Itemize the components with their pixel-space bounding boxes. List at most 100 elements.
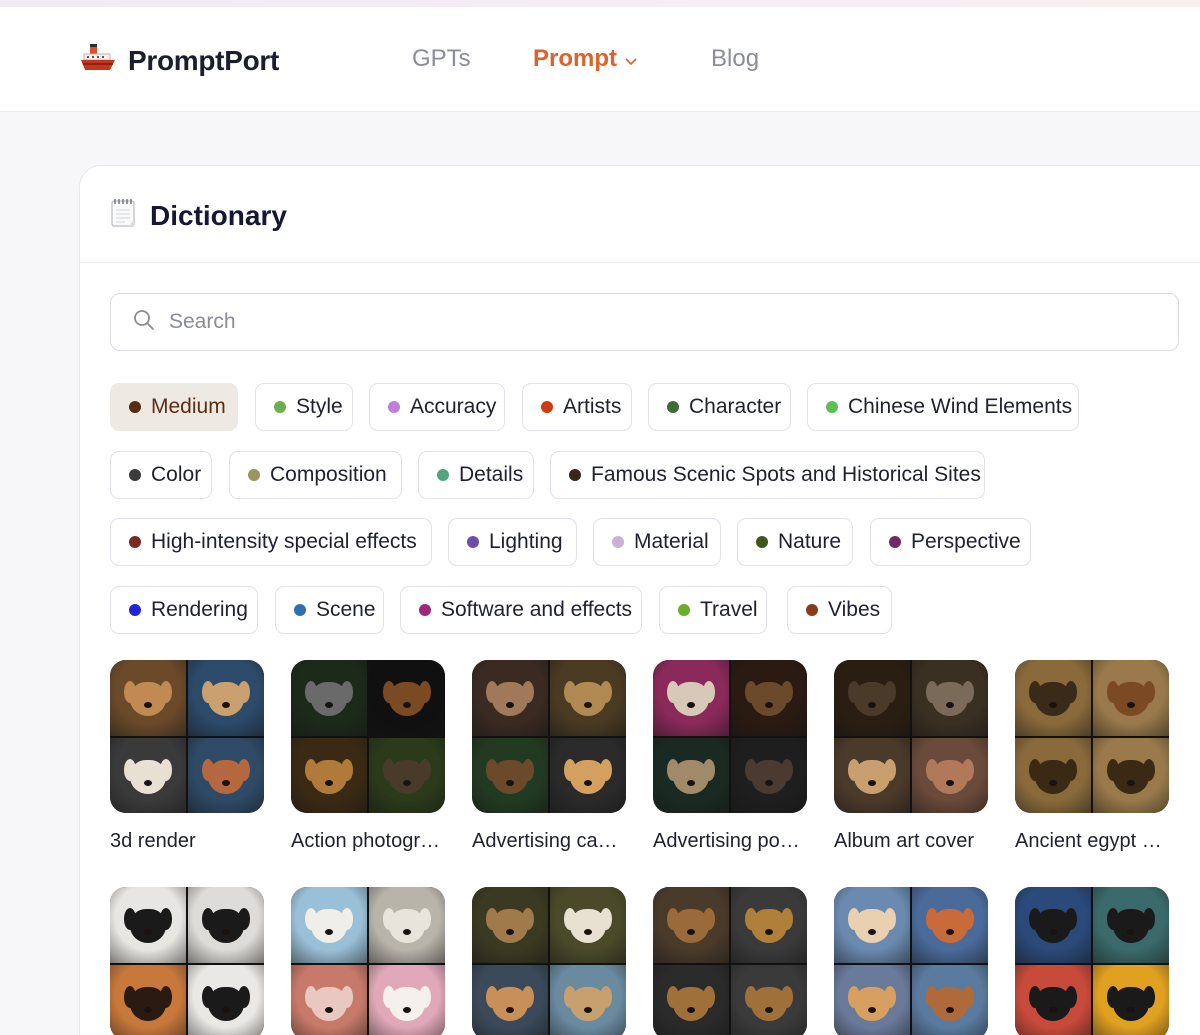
category-chip-label: Composition xyxy=(270,463,387,486)
dog-head xyxy=(311,909,347,944)
category-chip-medium[interactable]: Medium xyxy=(110,383,238,431)
dog-image-tile xyxy=(731,737,807,813)
category-chip-label: Travel xyxy=(700,598,758,621)
category-chip-label: Artists xyxy=(563,395,622,418)
category-chip-accuracy[interactable]: Accuracy xyxy=(369,383,505,431)
dog-nose xyxy=(325,702,333,709)
dog-head xyxy=(492,682,528,717)
nav-prompt[interactable]: Prompt xyxy=(533,45,637,73)
prompt-card[interactable] xyxy=(472,887,626,1035)
category-chip-nature[interactable]: Nature xyxy=(737,518,853,566)
category-chip-travel[interactable]: Travel xyxy=(659,586,767,634)
category-chip-famous-scenic-spots-and-historical-sites[interactable]: Famous Scenic Spots and Historical Sites xyxy=(550,451,985,499)
dog-image-tile xyxy=(472,660,548,736)
dog-nose xyxy=(1049,702,1057,709)
top-gradient-strip xyxy=(0,0,1200,7)
category-chip-vibes[interactable]: Vibes xyxy=(787,586,892,634)
dog-nose xyxy=(1127,929,1135,936)
prompt-card[interactable] xyxy=(834,887,988,1035)
category-chip-perspective[interactable]: Perspective xyxy=(870,518,1031,566)
brand-logo[interactable]: PromptPort xyxy=(80,43,279,78)
category-chip-composition[interactable]: Composition xyxy=(229,451,402,499)
search-box[interactable] xyxy=(110,293,1179,351)
prompt-card[interactable] xyxy=(653,887,807,1035)
prompt-card[interactable]: Album art cover xyxy=(834,660,988,853)
dog-head xyxy=(130,682,166,717)
dog-image-tile xyxy=(110,887,186,963)
dog-head xyxy=(932,909,968,944)
category-chip-chinese-wind-elements[interactable]: Chinese Wind Elements xyxy=(807,383,1079,431)
category-chip-color[interactable]: Color xyxy=(110,451,212,499)
prompt-card-label: Action photography xyxy=(291,830,445,852)
prompt-card-thumbnail xyxy=(834,660,988,813)
dog-nose xyxy=(687,702,695,709)
prompt-card-thumbnail xyxy=(472,660,626,813)
prompt-card[interactable] xyxy=(1015,887,1169,1035)
category-chip-character[interactable]: Character xyxy=(648,383,791,431)
category-chip-material[interactable]: Material xyxy=(593,518,721,566)
nav-prompt-label: Prompt xyxy=(533,45,617,72)
dog-image-tile xyxy=(188,737,264,813)
dog-image-tile xyxy=(1015,964,1091,1035)
category-dot-icon xyxy=(129,604,141,616)
prompt-card[interactable] xyxy=(110,887,264,1035)
category-chip-details[interactable]: Details xyxy=(418,451,534,499)
category-chip-software-and-effects[interactable]: Software and effects xyxy=(400,586,642,634)
dog-image-tile xyxy=(912,737,988,813)
category-chip-artists[interactable]: Artists xyxy=(522,383,632,431)
dog-nose xyxy=(144,779,152,786)
dog-nose xyxy=(868,1006,876,1013)
category-chip-high-intensity-special-effects[interactable]: High-intensity special effects xyxy=(110,518,432,566)
notepad-icon xyxy=(110,198,138,233)
prompt-card-label: Advertising poster xyxy=(653,830,807,852)
category-chip-label: Rendering xyxy=(151,598,248,621)
category-chip-label: Details xyxy=(459,463,524,486)
prompt-card-label: Album art cover xyxy=(834,830,975,852)
category-dot-icon xyxy=(806,604,818,616)
search-input[interactable] xyxy=(169,310,1069,334)
dog-head xyxy=(570,909,606,944)
dog-image-tile xyxy=(472,737,548,813)
category-chip-label: Chinese Wind Elements xyxy=(848,395,1073,418)
category-chip-lighting[interactable]: Lighting xyxy=(448,518,577,566)
dog-head xyxy=(932,986,968,1021)
prompt-card[interactable] xyxy=(291,887,445,1035)
dog-nose xyxy=(946,779,954,786)
prompt-card-thumbnail xyxy=(291,660,445,813)
prompt-card[interactable]: 3d render xyxy=(110,660,264,853)
category-dot-icon xyxy=(274,401,286,413)
dog-image-tile xyxy=(472,887,548,963)
prompt-card-thumbnail xyxy=(1015,660,1169,813)
category-chip-label: Lighting xyxy=(489,530,563,553)
dog-head xyxy=(492,759,528,794)
dog-head xyxy=(208,986,244,1021)
category-chip-scene[interactable]: Scene xyxy=(275,586,384,634)
dog-image-tile xyxy=(188,964,264,1035)
dog-nose xyxy=(1127,779,1135,786)
category-chip-style[interactable]: Style xyxy=(255,383,353,431)
dog-image-tile xyxy=(188,660,264,736)
nav-blog[interactable]: Blog xyxy=(711,45,759,73)
dog-image-tile xyxy=(731,660,807,736)
nav-gpts[interactable]: GPTs xyxy=(412,45,471,73)
prompt-card[interactable]: Action photography xyxy=(291,660,445,853)
prompt-card[interactable]: Advertising campaign xyxy=(472,660,626,853)
dog-nose xyxy=(765,1006,773,1013)
dog-image-tile xyxy=(291,660,367,736)
category-chip-rendering[interactable]: Rendering xyxy=(110,586,258,634)
prompt-card[interactable]: Advertising poster xyxy=(653,660,807,853)
dog-head xyxy=(130,759,166,794)
dog-head xyxy=(932,682,968,717)
prompt-card[interactable]: Ancient egypt papyrus xyxy=(1015,660,1169,853)
dog-nose xyxy=(584,779,592,786)
dog-head xyxy=(932,759,968,794)
dog-nose xyxy=(222,779,230,786)
category-chip-label: Color xyxy=(151,463,202,486)
prompt-card-label: 3d render xyxy=(110,830,196,852)
dog-head xyxy=(854,682,890,717)
dog-nose xyxy=(946,702,954,709)
dog-image-tile xyxy=(834,964,910,1035)
category-dot-icon xyxy=(248,469,260,481)
category-dot-icon xyxy=(678,604,690,616)
category-dot-icon xyxy=(889,536,901,548)
